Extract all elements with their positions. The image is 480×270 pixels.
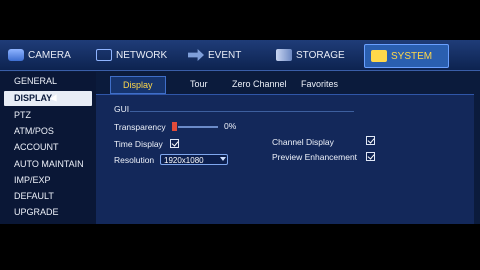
sidebar-item-account[interactable]: ACCOUNT (4, 140, 92, 155)
sidebar-item-upgrade[interactable]: UPGRADE (4, 205, 92, 220)
menu-storage[interactable]: STORAGE (276, 44, 345, 66)
tab-display[interactable]: Display (110, 76, 166, 94)
menu-camera[interactable]: CAMERA (8, 44, 71, 66)
tab-favorites[interactable]: Favorites (301, 76, 338, 92)
chevron-down-icon (219, 156, 226, 162)
section-divider (130, 111, 354, 112)
preview-enhancement-checkbox[interactable] (366, 152, 375, 161)
sidebar: GENERAL DISPLAY PTZ ATM/POS ACCOUNT AUTO… (0, 72, 96, 224)
menu-system[interactable]: SYSTEM (364, 44, 450, 68)
sidebar-item-auto-maintain[interactable]: AUTO MAINTAIN (4, 157, 92, 172)
event-icon (188, 49, 204, 61)
sidebar-item-display[interactable]: DISPLAY (4, 91, 92, 106)
menu-event-label: EVENT (208, 49, 242, 61)
transparency-slider-thumb[interactable] (172, 122, 177, 131)
sidebar-item-ptz[interactable]: PTZ (4, 108, 92, 123)
system-display-screen: CAMERA NETWORK EVENT STORAGE SYSTEM GENE… (0, 40, 480, 224)
resolution-label: Resolution (114, 155, 155, 165)
menu-event[interactable]: EVENT (188, 44, 241, 66)
menu-storage-label: STORAGE (296, 49, 345, 61)
sidebar-item-general[interactable]: GENERAL (4, 74, 92, 89)
tab-tour[interactable]: Tour (190, 76, 208, 92)
storage-icon (276, 49, 292, 61)
menu-system-label: SYSTEM (391, 50, 433, 62)
transparency-value: 0% (224, 121, 237, 131)
subtab-bar: Display Tour Zero Channel Favorites (96, 76, 480, 94)
transparency-slider[interactable] (178, 126, 218, 128)
preview-enhancement-label: Preview Enhancement (272, 152, 358, 162)
menu-network[interactable]: NETWORK (96, 44, 167, 66)
transparency-label: Transparency (114, 122, 166, 132)
main-menu-bar: CAMERA NETWORK EVENT STORAGE SYSTEM (0, 40, 480, 71)
camera-icon (8, 49, 24, 61)
sidebar-item-default[interactable]: DEFAULT (4, 189, 92, 204)
channel-display-label: Channel Display (272, 137, 334, 147)
sidebar-item-imp-exp[interactable]: IMP/EXP (4, 173, 92, 188)
menu-network-label: NETWORK (116, 49, 168, 61)
channel-display-checkbox[interactable] (366, 136, 375, 145)
menu-camera-label: CAMERA (28, 49, 71, 61)
resolution-value: 1920x1080 (164, 156, 204, 165)
sidebar-item-atm-pos[interactable]: ATM/POS (4, 124, 92, 139)
gui-section-title: GUI (114, 104, 130, 114)
system-icon (371, 50, 387, 62)
tab-zero-channel[interactable]: Zero Channel (232, 76, 287, 92)
time-display-label: Time Display (114, 139, 163, 149)
network-icon (96, 49, 112, 61)
resolution-select[interactable]: 1920x1080 (160, 154, 228, 165)
time-display-checkbox[interactable] (170, 139, 179, 148)
